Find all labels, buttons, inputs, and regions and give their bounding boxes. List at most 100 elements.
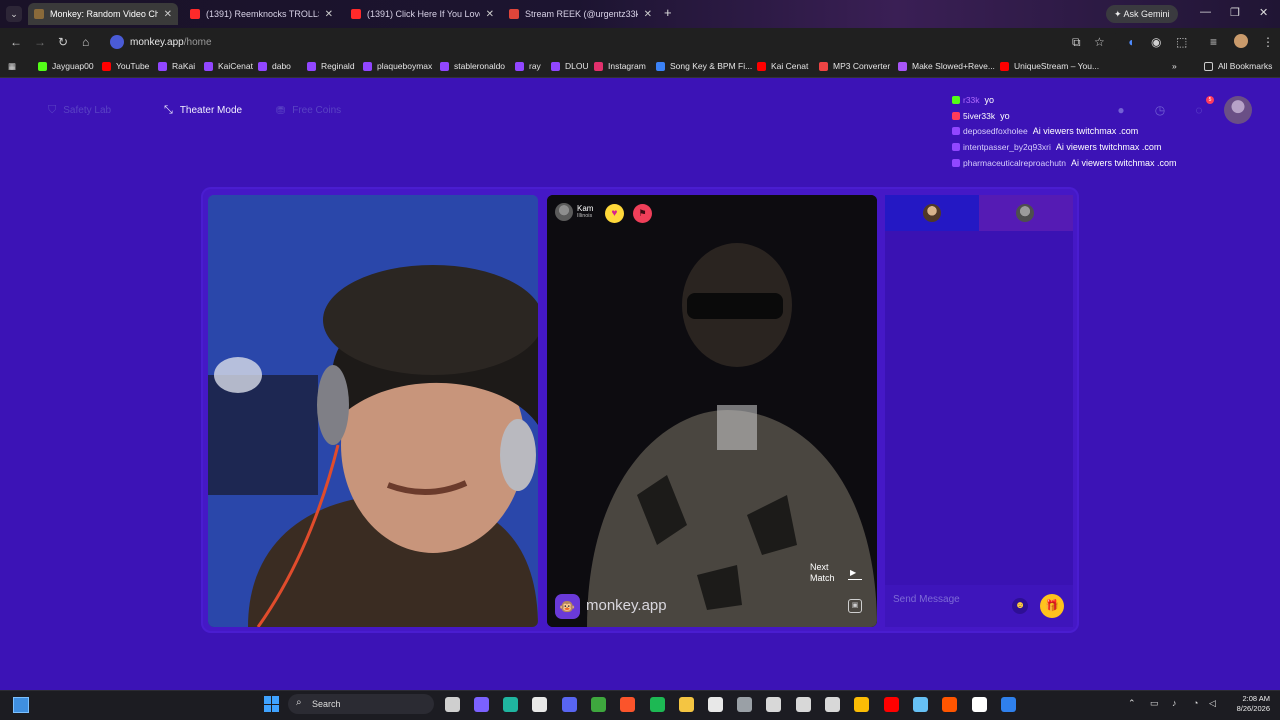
taskbar-search[interactable]: Search <box>288 694 434 714</box>
capcut-icon[interactable] <box>972 697 987 712</box>
chat-side-panel <box>885 195 1073 627</box>
settings-icon[interactable] <box>737 697 752 712</box>
spotify-icon[interactable] <box>650 697 665 712</box>
new-tab-button[interactable]: + <box>664 6 672 20</box>
wifi-icon[interactable]: ◔ <box>1193 698 1198 708</box>
report-icon[interactable]: ⚑ <box>633 204 652 223</box>
tab-close-icon[interactable]: ✕ <box>325 9 333 20</box>
notepad-icon[interactable] <box>708 697 723 712</box>
bookmark-item[interactable]: Kai Cenat <box>757 61 808 71</box>
task-view-icon[interactable] <box>445 697 460 712</box>
tab-close-icon[interactable]: ✕ <box>486 9 494 20</box>
app-blue-icon[interactable] <box>1001 697 1016 712</box>
tray-app-icon[interactable]: ▭ <box>1150 698 1159 709</box>
tab-close-icon[interactable]: ✕ <box>644 9 652 20</box>
clip-icon[interactable]: ▣ <box>848 599 862 613</box>
tab-list-button[interactable]: ⌄ <box>6 6 22 22</box>
close-window-icon[interactable]: ✕ <box>1259 6 1268 19</box>
files-icon[interactable] <box>679 697 694 712</box>
media-control-icon[interactable]: ≡ <box>1210 35 1217 49</box>
chrome-icon[interactable] <box>854 697 869 712</box>
forward-arrow-icon[interactable]: → <box>34 35 46 49</box>
bookmark-item[interactable]: Reginald <box>307 61 355 71</box>
safety-lab-link[interactable]: ⛉ Safety Lab <box>48 104 111 117</box>
bookmark-item[interactable]: Jayguap00 <box>38 61 94 71</box>
platform-badge-icon <box>952 111 960 120</box>
theater-mode-button[interactable]: ⤡ Theater Mode <box>164 104 242 117</box>
copilot-icon[interactable] <box>474 697 489 712</box>
bookmark-item[interactable]: RaKai <box>158 61 195 71</box>
bookmark-item[interactable]: stableronaldo <box>440 61 505 71</box>
bookmarks-overflow-icon[interactable]: » <box>1172 61 1177 71</box>
emoji-icon[interactable]: ☻ <box>1012 598 1028 614</box>
address-bar[interactable] <box>104 32 1120 52</box>
next-match-button[interactable]: Next Match <box>810 562 835 584</box>
self-camera-feed <box>208 195 538 627</box>
extensions-puzzle-icon[interactable]: ⬚ <box>1176 35 1187 49</box>
discord-icon[interactable] <box>562 697 577 712</box>
bookmark-item[interactable]: DLOU <box>551 61 589 71</box>
epic-icon[interactable] <box>796 697 811 712</box>
bookmark-item[interactable]: plaqueboymax <box>363 61 432 71</box>
brave-icon[interactable] <box>620 697 635 712</box>
peer-info-chip[interactable]: Kam Illinois <box>555 203 593 221</box>
microphone-icon[interactable]: ♪ <box>1172 698 1177 708</box>
folder-icon <box>1204 61 1213 71</box>
bookmark-item[interactable]: UniqueStream – You... <box>1000 61 1099 71</box>
site-info-icon[interactable] <box>110 35 124 49</box>
volume-icon[interactable]: ◁ <box>1209 698 1216 709</box>
apps-grid-icon[interactable]: ▦ <box>8 61 16 72</box>
tab-stream[interactable]: Stream REEK (@urgentz33k) m ✕ <box>503 3 658 25</box>
profile-avatar[interactable] <box>1234 34 1248 48</box>
next-arrow-icon[interactable]: ▶ <box>850 568 856 577</box>
bookmark-item[interactable]: YouTube <box>102 61 149 71</box>
next-key-hint <box>848 579 862 580</box>
tray-overflow-icon[interactable]: ⌃ <box>1128 698 1136 709</box>
bookmark-item[interactable]: MP3 Converter <box>819 61 890 71</box>
tab-monkey[interactable]: Monkey: Random Video Ch ✕ <box>28 3 178 25</box>
tab-youtube-1[interactable]: (1391) Reemknocks TROLLS Ev ✕ <box>184 3 339 25</box>
tab-close-icon[interactable]: ✕ <box>164 9 172 20</box>
bookmark-item[interactable]: Make Slowed+Reve... <box>898 61 995 71</box>
user-avatar[interactable] <box>1224 96 1252 124</box>
vr-icon[interactable] <box>766 697 781 712</box>
bookmark-item[interactable]: Instagram <box>594 61 646 71</box>
back-arrow-icon[interactable]: ← <box>10 35 22 49</box>
bookmark-label: MP3 Converter <box>833 61 891 71</box>
minecraft-icon[interactable] <box>591 697 606 712</box>
youtube-icon[interactable] <box>884 697 899 712</box>
minimize-icon[interactable]: — <box>1200 6 1211 18</box>
bookmark-item[interactable]: KaiCenat <box>204 61 253 71</box>
media-icon[interactable] <box>825 697 840 712</box>
start-windows-icon[interactable] <box>264 696 280 712</box>
url-text[interactable]: monkey.app/home <box>130 37 212 48</box>
bookmark-item[interactable]: dabo <box>258 61 291 71</box>
widgets-icon[interactable] <box>13 697 29 713</box>
send-message-input[interactable] <box>893 592 1003 606</box>
restore-icon[interactable]: ❐ <box>1230 6 1240 19</box>
all-bookmarks-button[interactable]: All Bookmarks <box>1204 61 1272 71</box>
shield-icon: ⛉ <box>48 104 57 116</box>
extension-audio-icon[interactable]: ◖ <box>1127 35 1134 49</box>
brand-wordmark: monkey.app <box>586 597 667 614</box>
ask-gemini-button[interactable]: ✦ Ask Gemini <box>1106 5 1178 23</box>
steam-icon[interactable] <box>913 697 928 712</box>
gift-icon[interactable]: 🎁 <box>1040 594 1064 618</box>
bookmark-star-icon[interactable]: ☆ <box>1094 35 1105 49</box>
taskbar-clock[interactable]: 2:08 AM 8/26/2026 <box>1226 694 1270 714</box>
install-app-icon[interactable]: ⧉ <box>1072 35 1081 49</box>
edge-icon[interactable] <box>503 697 518 712</box>
menu-kebab-icon[interactable]: ⋮ <box>1262 35 1274 49</box>
bookmark-item[interactable]: Song Key & BPM Fi... <box>656 61 752 71</box>
chat-bubble-icon[interactable]: ◌ <box>1190 101 1208 119</box>
soundcloud-icon[interactable] <box>942 697 957 712</box>
home-icon[interactable]: ⌂ <box>82 35 89 49</box>
bookmark-item[interactable]: ray <box>515 61 541 71</box>
tab-youtube-2[interactable]: (1391) Click Here If You Love Yo ✕ <box>345 3 500 25</box>
extension-icon[interactable]: ◉ <box>1151 35 1161 49</box>
chat-message: deposedfoxholee Ai viewers twitchmax .com <box>952 123 1177 139</box>
heart-icon[interactable]: ♥ <box>605 204 624 223</box>
chrome-alt-icon[interactable] <box>532 697 547 712</box>
free-coins-link[interactable]: ⛃ Free Coins <box>276 104 341 117</box>
reload-icon[interactable]: ↻ <box>58 35 68 49</box>
